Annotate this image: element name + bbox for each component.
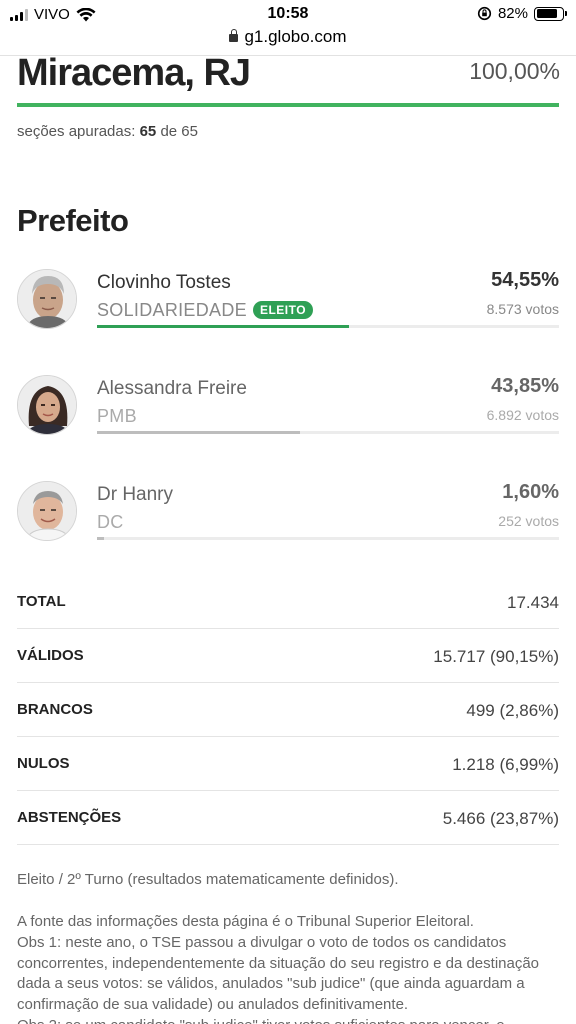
totals-row: VÁLIDOS 15.717 (90,15%) (17, 629, 559, 683)
system-indicators: 82% (477, 5, 567, 22)
candidate-party: SOLIDARIEDADE ELEITO (97, 300, 314, 321)
sections-counted: seções apuradas: 65 de 65 (17, 123, 198, 140)
vote-share-bar (97, 537, 559, 540)
source-line: Obs 2: se um candidato "sub judice" tive… (17, 1016, 562, 1024)
candidate-name: Dr Hanry (97, 484, 174, 505)
lock-icon (229, 29, 239, 42)
url-text: g1.globo.com (244, 27, 347, 46)
totals-label: BRANCOS (17, 701, 93, 718)
status-bar: VIVO 10:58 82% (0, 0, 576, 28)
candidate-photo-icon (17, 481, 77, 541)
source-notes: A fonte das informações desta página é o… (17, 912, 562, 1024)
vote-share-fill (97, 431, 300, 434)
candidate-photo-icon (17, 375, 77, 435)
counting-progress-bar (17, 103, 559, 107)
candidate-percent: 43,85% (491, 375, 559, 397)
sections-label: seções apuradas: (17, 123, 136, 140)
totals-table: TOTAL 17.434 VÁLIDOS 15.717 (90,15%) BRA… (17, 575, 559, 845)
totals-row: TOTAL 17.434 (17, 575, 559, 629)
office-title: Prefeito (17, 203, 129, 238)
candidate-photo-icon (17, 269, 77, 329)
totals-value: 15.717 (90,15%) (433, 647, 559, 666)
vote-share-fill (97, 537, 105, 540)
totals-label: ABSTENÇÕES (17, 809, 122, 826)
candidate-row: Clovinho Tostes SOLIDARIEDADE ELEITO 54,5… (17, 269, 559, 349)
candidate-votes: 6.892 votos (486, 407, 559, 423)
totals-row: NULOS 1.218 (6,99%) (17, 737, 559, 791)
elected-badge: ELEITO (252, 301, 314, 319)
battery-percent: 82% (497, 5, 528, 22)
party-name: SOLIDARIEDADE (97, 300, 247, 320)
source-line: A fonte das informações desta página é o… (17, 913, 474, 930)
candidate-percent: 54,55% (491, 269, 559, 291)
candidate-votes: 252 votos (498, 513, 559, 529)
orientation-lock-icon (477, 6, 492, 21)
candidate-party: DC (97, 512, 124, 532)
vote-share-bar (97, 325, 559, 328)
candidate-name: Clovinho Tostes (97, 272, 231, 293)
percent-counted: 100,00% (469, 58, 560, 84)
totals-value: 1.218 (6,99%) (452, 755, 559, 774)
candidate-row: Alessandra Freire PMB 43,85% 6.892 votos (17, 375, 559, 455)
candidate-votes: 8.573 votos (486, 301, 559, 317)
address-bar[interactable]: g1.globo.com (0, 27, 576, 51)
sections-counted-value: 65 (139, 123, 157, 140)
totals-label: NULOS (17, 755, 70, 772)
totals-label: VÁLIDOS (17, 647, 84, 664)
sections-total: de 65 (160, 123, 198, 140)
city-title: Miracema, RJ (17, 52, 251, 94)
footnote: Eleito / 2º Turno (resultados matematica… (17, 871, 399, 888)
candidate-party: PMB (97, 406, 137, 426)
source-line: Obs 1: neste ano, o TSE passou a divulga… (17, 933, 540, 1014)
candidate-name: Alessandra Freire (97, 378, 247, 399)
totals-row: ABSTENÇÕES 5.466 (23,87%) (17, 791, 559, 845)
totals-value: 5.466 (23,87%) (442, 809, 559, 828)
candidate-row: Dr Hanry DC 1,60% 252 votos (17, 481, 559, 561)
vote-share-bar (97, 431, 559, 434)
totals-value: 17.434 (507, 593, 559, 612)
battery-icon (534, 6, 567, 21)
totals-row: BRANCOS 499 (2,86%) (17, 683, 559, 737)
candidate-percent: 1,60% (502, 481, 559, 503)
vote-share-fill (97, 325, 350, 328)
totals-value: 499 (2,86%) (466, 701, 559, 720)
totals-label: TOTAL (17, 593, 66, 610)
